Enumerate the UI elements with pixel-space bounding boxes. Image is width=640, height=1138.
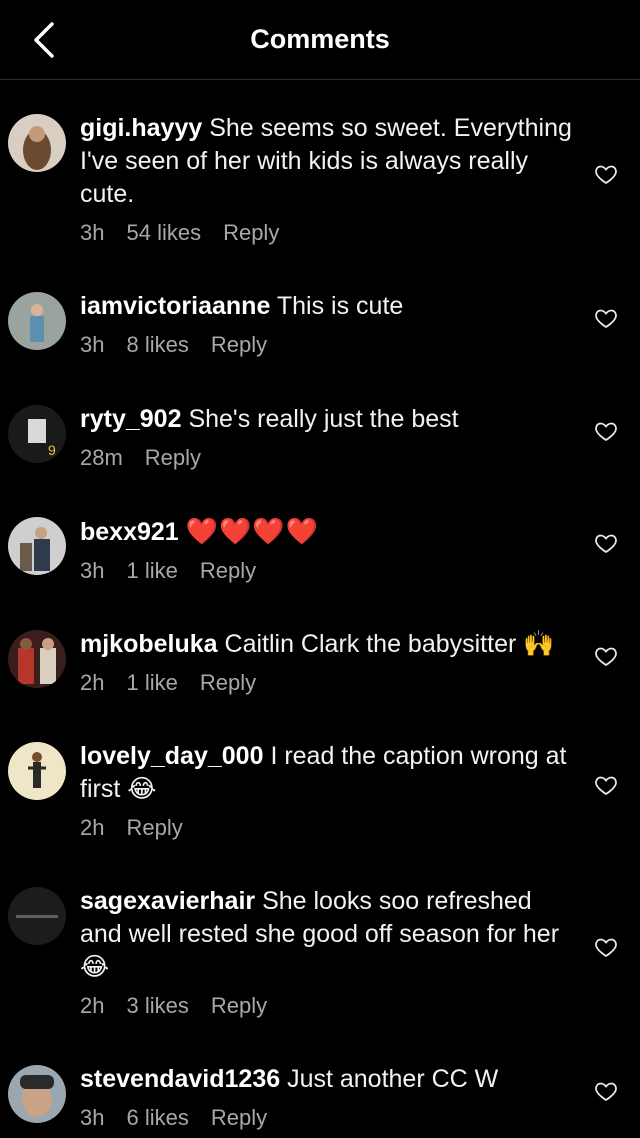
comment-username[interactable]: lovely_day_000 [80,742,263,770]
reply-button[interactable]: Reply [211,1104,267,1132]
comment-time: 3h [80,558,105,583]
avatar[interactable] [8,114,66,172]
reply-button[interactable]: Reply [200,669,256,697]
comment-time: 3h [80,1105,105,1130]
comment-time: 2h [80,670,105,695]
comment-username[interactable]: bexx921 [80,518,179,546]
comment-likes[interactable]: 8 likes [126,331,188,359]
comment-body: She's really just the best [188,405,459,433]
comment-meta: 3h 1 like Reply [80,557,580,585]
reply-button[interactable]: Reply [211,992,267,1020]
heart-outline-icon[interactable] [594,531,618,555]
avatar[interactable] [8,887,66,945]
reply-button[interactable]: Reply [200,557,256,585]
header-bar: Comments [0,0,640,80]
comment-text: bexx921 ❤️❤️❤️❤️ [80,515,580,549]
comment-meta: 3h 54 likes Reply [80,219,580,247]
comment-username[interactable]: mjkobeluka [80,630,218,658]
reply-button[interactable]: Reply [211,331,267,359]
svg-text:9: 9 [48,442,56,458]
heart-outline-icon[interactable] [594,773,618,797]
comment-username[interactable]: ryty_902 [80,405,181,433]
comment-text: stevendavid1236 Just another CC W [80,1063,580,1096]
comment-time: 3h [80,332,105,357]
comment-likes[interactable]: 6 likes [126,1104,188,1132]
comment-username[interactable]: stevendavid1236 [80,1065,280,1093]
comment-likes[interactable]: 1 like [126,669,177,697]
comment-time: 3h [80,220,105,245]
comment-body: ❤️❤️❤️❤️ [185,516,320,546]
reply-button[interactable]: Reply [126,814,182,842]
avatar[interactable]: 9 [8,405,66,463]
heart-outline-icon[interactable] [594,419,618,443]
comment-time: 2h [80,993,105,1018]
comment-meta: 2h 1 like Reply [80,669,580,697]
comment-text: mjkobeluka Caitlin Clark the babysitter … [80,628,580,661]
comment-meta: 2h 3 likes Reply [80,992,580,1020]
comment-body: This is cute [276,292,404,320]
page-title: Comments [250,24,390,54]
heart-outline-icon[interactable] [594,935,618,959]
comment-text: gigi.hayyy She seems so sweet. Everythin… [80,112,580,211]
comment-meta: 3h 8 likes Reply [80,331,580,359]
avatar[interactable] [8,742,66,800]
reply-button[interactable]: Reply [223,219,279,247]
comment-likes[interactable]: 1 like [126,557,177,585]
avatar[interactable] [8,630,66,688]
heart-outline-icon[interactable] [594,644,618,668]
comment-time: 2h [80,815,105,840]
avatar[interactable] [8,517,66,575]
comment-text: sagexavierhair She looks soo refreshed a… [80,885,580,984]
heart-outline-icon[interactable] [594,162,618,186]
comment-text: lovely_day_000 I read the caption wrong … [80,740,580,806]
comment-body: Caitlin Clark the babysitter 🙌 [224,630,555,658]
comment-likes[interactable]: 3 likes [126,992,188,1020]
comment-text: ryty_902 She's really just the best [80,403,580,436]
comment-likes[interactable]: 54 likes [126,219,201,247]
comment-username[interactable]: iamvictoriaanne [80,292,270,320]
comment-meta: 3h 6 likes Reply [80,1104,580,1132]
avatar[interactable] [8,1065,66,1123]
reply-button[interactable]: Reply [145,444,201,472]
avatar[interactable] [8,292,66,350]
comment-text: iamvictoriaanne This is cute [80,290,580,323]
heart-outline-icon[interactable] [594,306,618,330]
heart-outline-icon[interactable] [594,1079,618,1103]
comment-meta: 28m Reply [80,444,580,472]
comment-username[interactable]: gigi.hayyy [80,114,202,142]
comment-meta: 2h Reply [80,814,580,842]
comment-time: 28m [80,445,123,470]
comment-username[interactable]: sagexavierhair [80,887,255,915]
comment-body: Just another CC W [287,1065,499,1093]
